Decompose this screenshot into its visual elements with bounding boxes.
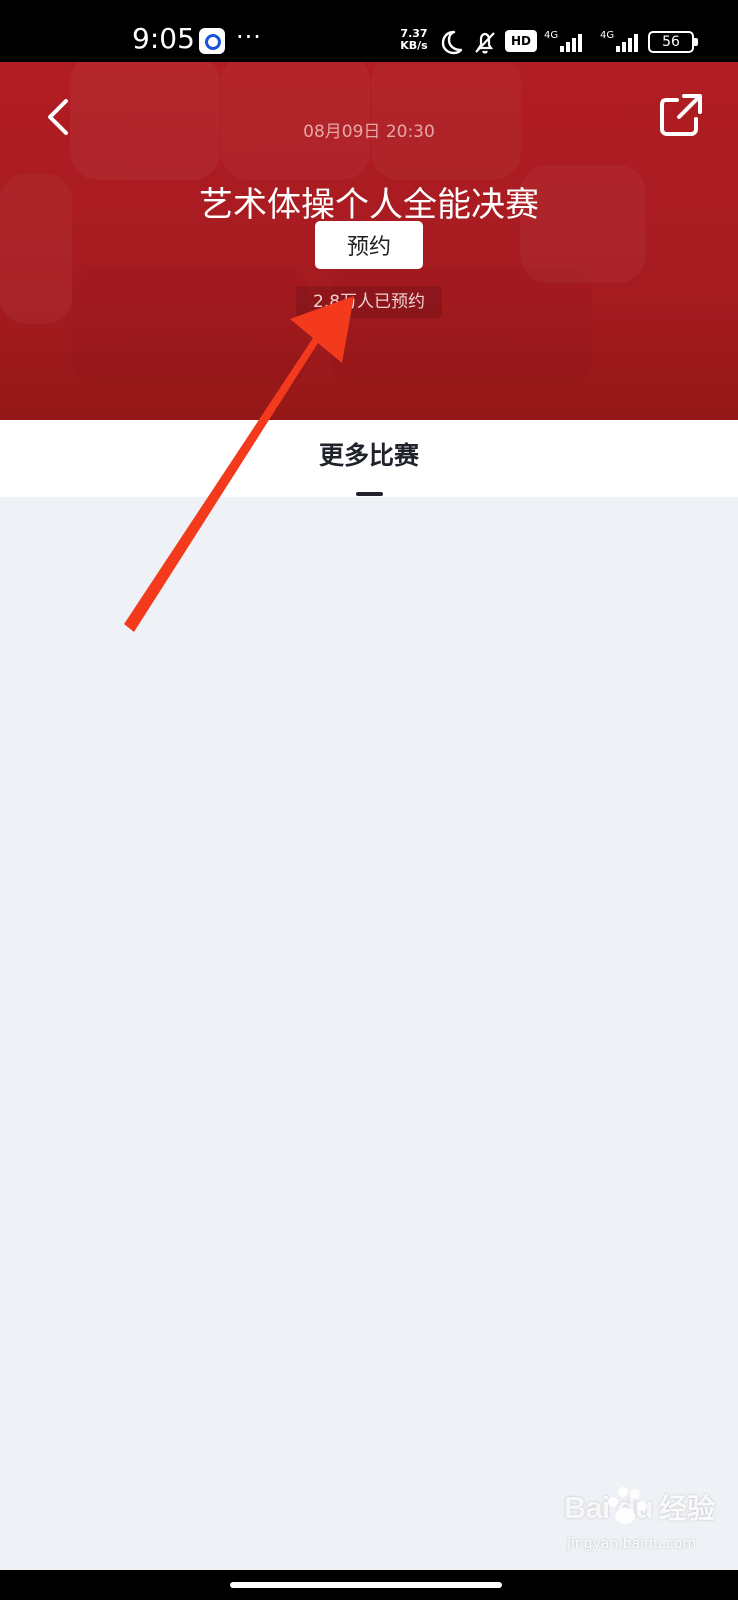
tab-more-matches[interactable]: 更多比赛 bbox=[0, 441, 738, 471]
event-title: 艺术体操个人全能决赛 bbox=[199, 184, 539, 225]
more-status-icon: ··· bbox=[236, 23, 262, 51]
signal-icon: 4G bbox=[544, 30, 582, 52]
status-bar: 9:05 ··· 7.37 KB/s HD 4G 4G 56 bbox=[0, 0, 738, 62]
matches-content-area bbox=[0, 497, 738, 1570]
reserved-count: 2.8万人已预约 bbox=[296, 286, 442, 318]
event-time: 08月09日 20:30 bbox=[303, 122, 435, 142]
status-time: 9:05 bbox=[132, 22, 195, 55]
match-tabs: 更多比赛 bbox=[0, 420, 738, 497]
signal-label: 4G bbox=[544, 30, 558, 41]
signal-label: 4G bbox=[600, 30, 614, 41]
bell-off-icon bbox=[475, 32, 495, 54]
baidu-domain: jingyan.baidu.com bbox=[567, 1536, 697, 1552]
baidu-watermark: Bai du 经验 jingyan.baidu.com bbox=[564, 1484, 732, 1566]
baidu-jingyan-text: 经验 bbox=[659, 1492, 716, 1525]
system-navigation-bar bbox=[0, 1570, 738, 1600]
battery-icon: 56 bbox=[648, 31, 698, 53]
event-header: 08月09日 20:30 艺术体操个人全能决赛 预约 2.8万人已预约 bbox=[0, 62, 738, 420]
network-speed: 7.37 KB/s bbox=[400, 27, 428, 52]
signal-icon: 4G bbox=[600, 30, 638, 52]
moon-icon bbox=[441, 30, 463, 55]
active-tab-indicator bbox=[356, 492, 383, 496]
baidu-paw-icon bbox=[608, 1487, 647, 1524]
reserve-button[interactable]: 预约 bbox=[315, 221, 423, 269]
app-notification-icon bbox=[199, 28, 225, 54]
home-indicator[interactable] bbox=[230, 1582, 502, 1588]
hd-icon: HD bbox=[505, 30, 537, 52]
phone-screen: 9:05 ··· 7.37 KB/s HD 4G 4G 56 08月09日 20… bbox=[0, 0, 738, 1600]
